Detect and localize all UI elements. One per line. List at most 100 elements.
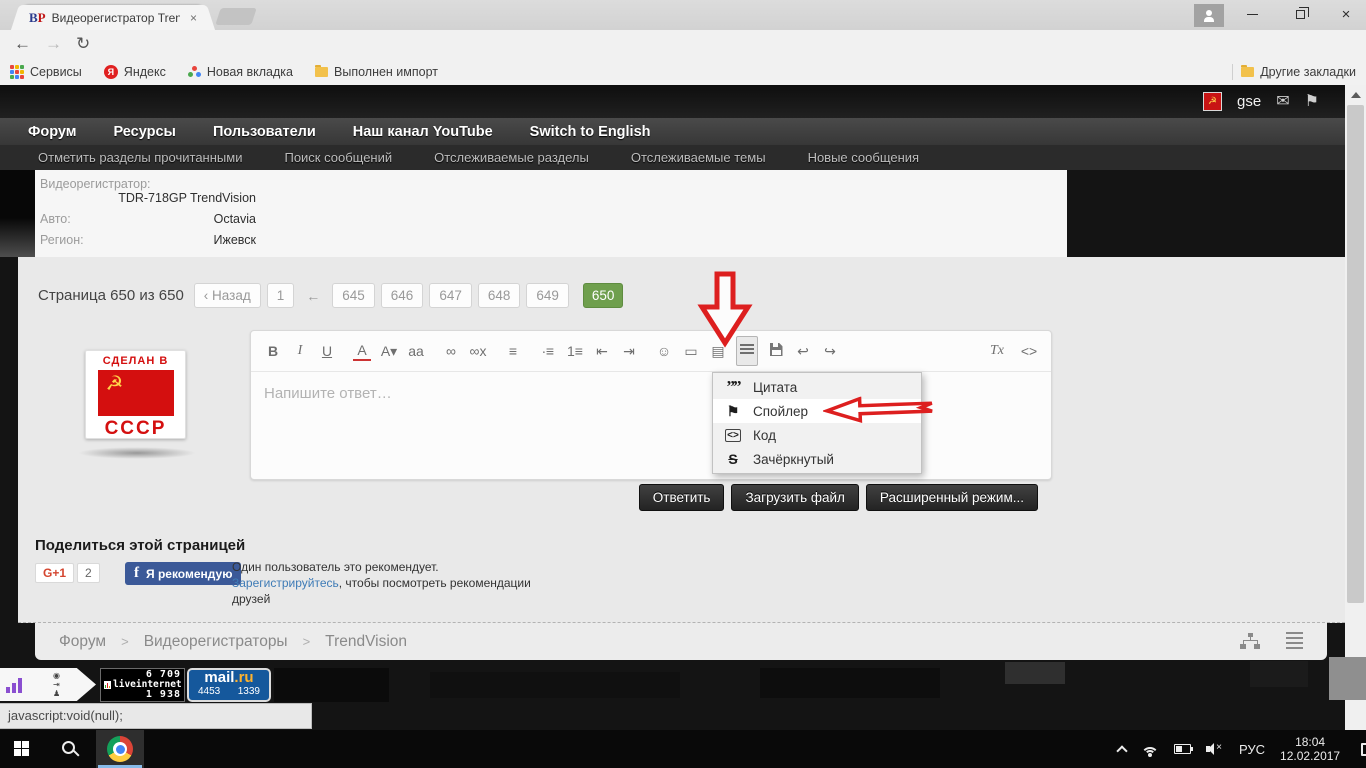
breadcrumb-category[interactable]: Видеорегистраторы: [144, 633, 288, 651]
undo-icon[interactable]: ↩: [794, 339, 812, 363]
register-link[interactable]: Зарегистрируйтесь: [232, 576, 339, 590]
forward-icon[interactable]: →: [45, 34, 62, 54]
mailru-counter[interactable]: mail.ru 4453 1339: [187, 668, 271, 702]
alerts-flag-icon[interactable]: ⚑: [1305, 91, 1319, 111]
scroll-up-icon[interactable]: [1351, 92, 1361, 98]
bookmark-new-tab[interactable]: Новая вкладка: [188, 65, 293, 79]
italic-icon[interactable]: I: [291, 339, 309, 363]
pagination-page-1[interactable]: 1: [267, 283, 295, 308]
profile-value: TDR-718GP TrendVision: [118, 191, 256, 205]
scrollbar-thumb[interactable]: [1347, 105, 1364, 603]
bookmark-imported[interactable]: Выполнен импорт: [315, 65, 438, 79]
bold-icon[interactable]: B: [264, 339, 282, 363]
menu-item-code[interactable]: <> Код: [713, 423, 921, 447]
nav-youtube[interactable]: Наш канал YouTube: [353, 124, 493, 140]
numbered-list-icon[interactable]: 1≡: [566, 339, 584, 363]
subnav-search-posts[interactable]: Поиск сообщений: [284, 150, 392, 165]
bbcode-editor-icon[interactable]: <>: [1020, 339, 1038, 363]
taskbar-chrome-button[interactable]: [96, 730, 144, 768]
page-scrollbar[interactable]: [1345, 85, 1366, 730]
bookmark-yandex[interactable]: Я Яндекс: [104, 65, 166, 79]
outdent-icon[interactable]: ⇤: [593, 339, 611, 363]
back-icon[interactable]: ←: [14, 34, 31, 54]
share-line-2: Зарегистрируйтесь, чтобы посмотреть реко…: [232, 575, 531, 591]
menu-item-label: Спойлер: [753, 404, 808, 419]
pagination-page-647[interactable]: 647: [429, 283, 472, 308]
nav-users[interactable]: Пользователи: [213, 124, 316, 140]
remove-format-icon[interactable]: Tx: [988, 339, 1006, 363]
censored-block: [274, 668, 389, 702]
editor-toolbar: B I U A A▾ aa ∞ ∞x ≡ ∙≡ 1≡ ⇤ ⇥ ☺ ▭ ▤ ↩ ↪: [251, 331, 1051, 372]
sitemap-icon[interactable]: [1240, 633, 1260, 650]
taskbar-search-icon[interactable]: [62, 741, 75, 754]
menu-item-strikethrough[interactable]: S Зачёркнутый: [713, 447, 921, 471]
browser-profile-button[interactable]: [1194, 4, 1224, 27]
advanced-mode-button[interactable]: Расширенный режим...: [866, 484, 1038, 511]
underline-icon[interactable]: U: [318, 339, 336, 363]
inbox-icon[interactable]: ✉: [1276, 91, 1289, 111]
pagination-page-649[interactable]: 649: [526, 283, 569, 308]
unlink-icon[interactable]: ∞x: [469, 339, 487, 363]
drafts-save-icon[interactable]: [767, 339, 785, 363]
subnav-new-posts[interactable]: Новые сообщения: [808, 150, 920, 165]
taskbar-clock[interactable]: 18:04 12.02.2017: [1280, 735, 1340, 763]
bookmark-services[interactable]: Сервисы: [10, 65, 82, 79]
menu-list-icon[interactable]: [1286, 637, 1303, 639]
pagination-current-page[interactable]: 650: [583, 283, 624, 308]
reply-button[interactable]: Ответить: [639, 484, 725, 511]
language-indicator[interactable]: РУС: [1239, 742, 1265, 757]
restore-button[interactable]: [1280, 0, 1320, 28]
user-avatar[interactable]: ☭: [1203, 92, 1222, 111]
nav-switch-english[interactable]: Switch to English: [530, 124, 651, 140]
subnav-watched-forums[interactable]: Отслеживаемые разделы: [434, 150, 589, 165]
openstat-counter[interactable]: ◉⇥♟: [0, 668, 96, 701]
tab-close-icon[interactable]: ×: [190, 11, 197, 25]
code-icon: <>: [724, 430, 742, 441]
liveinternet-count-bottom: 1 938: [104, 690, 181, 700]
font-family-icon[interactable]: aa: [407, 339, 425, 363]
alignment-icon[interactable]: ≡: [504, 339, 522, 363]
start-button[interactable]: [14, 741, 31, 758]
clock-time: 18:04: [1280, 735, 1340, 749]
username-link[interactable]: gse: [1237, 93, 1261, 110]
pagination-page-648[interactable]: 648: [478, 283, 521, 308]
subnav-mark-read[interactable]: Отметить разделы прочитанными: [38, 150, 242, 165]
facebook-recommend-button[interactable]: f Я рекомендую: [125, 562, 241, 585]
liveinternet-counter[interactable]: 6 709 liveinternet 1 938: [100, 668, 185, 702]
reload-icon[interactable]: ↻: [76, 34, 90, 54]
profile-label: Регион:: [40, 233, 84, 247]
subnav-watched-threads[interactable]: Отслеживаемые темы: [631, 150, 766, 165]
smilies-icon[interactable]: ☺: [655, 339, 673, 363]
action-center-icon[interactable]: [1361, 743, 1366, 756]
pagination-back-button[interactable]: ‹ Назад: [194, 283, 261, 308]
bookmarks-divider: [1232, 64, 1233, 80]
battery-icon[interactable]: [1174, 744, 1191, 754]
nav-resources[interactable]: Ресурсы: [114, 124, 176, 140]
upload-file-button[interactable]: Загрузить файл: [731, 484, 858, 511]
nav-forum[interactable]: Форум: [28, 124, 77, 140]
breadcrumb-forum[interactable]: Форум: [59, 633, 106, 651]
folder-icon: [315, 67, 328, 77]
link-icon[interactable]: ∞: [442, 339, 460, 363]
user-avatar-large[interactable]: СДЕЛАН В ☭ СССР: [85, 350, 186, 439]
indent-icon[interactable]: ⇥: [620, 339, 638, 363]
breadcrumb-current[interactable]: TrendVision: [325, 633, 407, 651]
pagination-page-645[interactable]: 645: [332, 283, 375, 308]
volume-muted-icon[interactable]: ×: [1206, 743, 1224, 755]
other-bookmarks[interactable]: Другие закладки: [1241, 65, 1356, 79]
redo-icon[interactable]: ↪: [821, 339, 839, 363]
browser-titlebar: ВР Видеорегистратор Trend × ×: [0, 0, 1366, 30]
gplus-button[interactable]: G+1: [35, 563, 74, 583]
bullet-list-icon[interactable]: ∙≡: [539, 339, 557, 363]
minimize-button[interactable]: [1232, 0, 1272, 28]
pagination-page-646[interactable]: 646: [381, 283, 424, 308]
new-tab-button[interactable]: [215, 8, 257, 25]
text-color-icon[interactable]: A: [353, 342, 371, 361]
tray-expand-icon[interactable]: [1116, 745, 1127, 756]
browser-tab[interactable]: ВР Видеорегистратор Trend ×: [22, 5, 204, 30]
wifi-icon[interactable]: [1141, 742, 1159, 756]
person-icon: [1203, 10, 1215, 22]
font-size-icon[interactable]: A▾: [380, 339, 398, 363]
windows-taskbar: × РУС 18:04 12.02.2017: [0, 730, 1366, 768]
close-button[interactable]: ×: [1326, 0, 1366, 28]
